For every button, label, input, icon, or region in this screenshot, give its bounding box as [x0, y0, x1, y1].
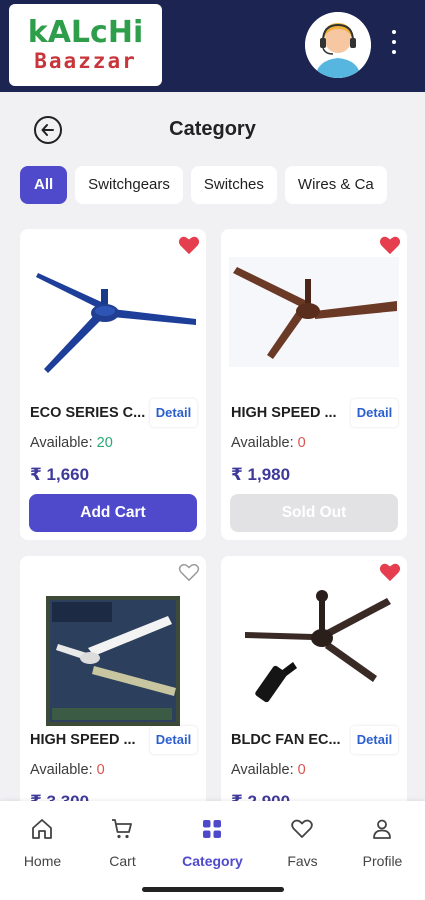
- heart-icon: [291, 819, 313, 838]
- availability: Available: 0: [231, 762, 306, 778]
- product-name: HIGH SPEED ...: [231, 405, 337, 421]
- product-name: BLDC FAN EC...: [231, 732, 341, 748]
- availability: Available: 0: [30, 762, 105, 778]
- availability: Available: 20: [30, 435, 113, 451]
- chip-switches[interactable]: Switches: [190, 166, 277, 204]
- availability-count: 0: [96, 762, 105, 778]
- availability: Available: 0: [231, 435, 306, 451]
- nav-favs[interactable]: Favs: [260, 801, 345, 881]
- logo-text-bottom: Baazzar: [34, 49, 137, 73]
- add-cart-button[interactable]: Add Cart: [29, 494, 197, 532]
- product-card[interactable]: HIGH SPEED ... Detail Available: 0 ₹ 3,3…: [20, 556, 206, 816]
- cart-icon: [112, 819, 132, 839]
- detail-button[interactable]: Detail: [150, 399, 197, 427]
- brand-logo[interactable]: kALcHi Baazzar: [9, 4, 162, 86]
- home-indicator[interactable]: [142, 887, 284, 892]
- nav-cart[interactable]: Cart: [80, 801, 165, 881]
- product-image: [229, 257, 399, 367]
- grid-icon: [203, 820, 221, 838]
- availability-count: 0: [297, 762, 306, 778]
- product-image: [36, 273, 196, 373]
- detail-button[interactable]: Detail: [351, 399, 398, 427]
- app-header: kALcHi Baazzar: [0, 0, 425, 92]
- detail-button[interactable]: Detail: [351, 726, 398, 754]
- page-title: Category: [169, 118, 256, 140]
- support-avatar[interactable]: [305, 12, 371, 78]
- category-chips: All Switchgears Switches Wires & Ca: [20, 166, 406, 206]
- logo-text-top: kALcHi: [27, 15, 144, 50]
- sold-out-button[interactable]: Sold Out: [230, 494, 398, 532]
- more-options-icon[interactable]: [385, 30, 403, 54]
- product-card[interactable]: HIGH SPEED ... Detail Available: 0 ₹ 1,9…: [221, 229, 407, 540]
- nav-label: Home: [23, 853, 62, 869]
- detail-button[interactable]: Detail: [150, 726, 197, 754]
- availability-count: 0: [297, 435, 306, 451]
- product-card[interactable]: ECO SERIES C... Detail Available: 20 ₹ 1…: [20, 229, 206, 540]
- person-icon: [373, 819, 391, 839]
- availability-count: 20: [96, 435, 113, 451]
- chip-wires-cables[interactable]: Wires & Ca: [284, 166, 387, 204]
- nav-category[interactable]: Category: [170, 801, 255, 881]
- product-name: ECO SERIES C...: [30, 405, 146, 421]
- product-price: ₹ 1,660: [30, 465, 90, 484]
- chip-switchgears[interactable]: Switchgears: [75, 166, 183, 204]
- bottom-navigation: Home Cart Category Favs Profile: [0, 801, 425, 881]
- availability-label: Available:: [231, 762, 298, 778]
- nav-label: Favs: [287, 853, 318, 869]
- product-name: HIGH SPEED ...: [30, 732, 136, 748]
- nav-label: Category: [182, 853, 243, 869]
- product-image: [46, 596, 180, 726]
- nav-label: Profile: [362, 853, 403, 869]
- product-card[interactable]: BLDC FAN EC... Detail Available: 0 ₹ 2,9…: [221, 556, 407, 816]
- availability-label: Available:: [30, 762, 97, 778]
- product-price: ₹ 1,980: [231, 465, 291, 484]
- nav-profile[interactable]: Profile: [340, 801, 425, 881]
- availability-label: Available:: [231, 435, 298, 451]
- product-image: [245, 590, 391, 703]
- availability-label: Available:: [30, 435, 97, 451]
- nav-label: Cart: [109, 853, 136, 869]
- home-icon: [32, 819, 52, 839]
- nav-home[interactable]: Home: [0, 801, 85, 881]
- chip-all[interactable]: All: [20, 166, 68, 204]
